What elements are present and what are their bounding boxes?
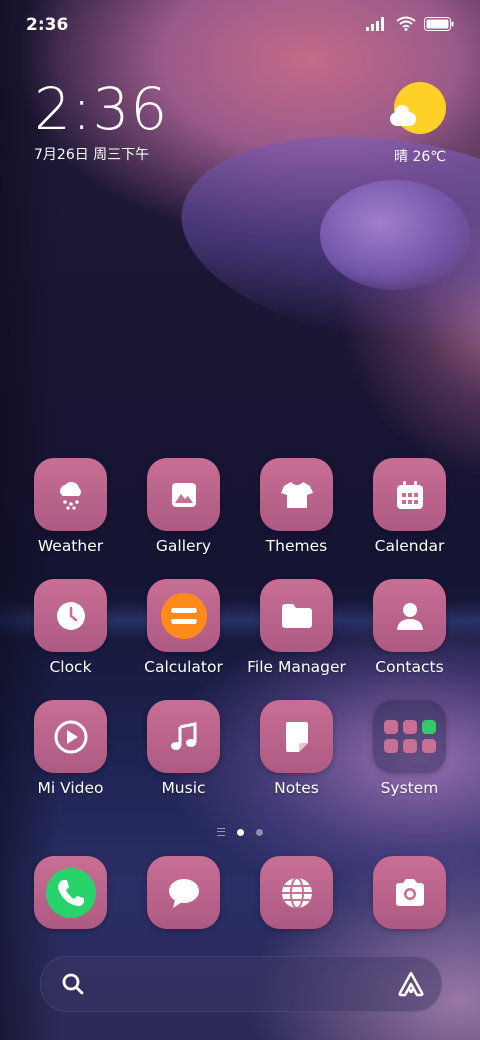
calendar-icon xyxy=(373,458,446,531)
app-file-manager[interactable]: File Manager xyxy=(240,579,353,676)
page-dot xyxy=(256,828,263,836)
camera-icon xyxy=(373,856,446,929)
cloud-icon xyxy=(390,105,416,126)
mini-app-icon xyxy=(421,739,436,753)
dock-camera[interactable] xyxy=(353,856,466,929)
app-label: File Manager xyxy=(247,658,346,676)
dock-messages[interactable] xyxy=(127,856,240,929)
app-contacts[interactable]: Contacts xyxy=(353,579,466,676)
battery-icon xyxy=(424,16,454,35)
app-label: Themes xyxy=(265,537,328,555)
person-icon xyxy=(373,579,446,652)
clock-icon xyxy=(34,579,107,652)
globe-icon xyxy=(260,856,333,929)
app-notes[interactable]: Notes xyxy=(240,700,353,797)
app-mi-video[interactable]: Mi Video xyxy=(14,700,127,797)
app-clock[interactable]: Clock xyxy=(14,579,127,676)
app-label: Mi Video xyxy=(37,779,104,797)
app-themes[interactable]: Themes xyxy=(240,458,353,555)
mini-app-icon xyxy=(383,739,398,753)
folder-icon xyxy=(260,579,333,652)
app-grid: Weather Gallery Themes Calendar Clock Ca… xyxy=(14,458,466,797)
folder-grid-icon xyxy=(373,700,446,773)
app-music[interactable]: Music xyxy=(127,700,240,797)
image-icon xyxy=(147,458,220,531)
status-bar: 2:36 xyxy=(0,0,480,50)
app-label: Calculator xyxy=(144,658,223,676)
assistant-icon[interactable] xyxy=(397,971,425,1001)
calculator-icon xyxy=(147,579,220,652)
signal-icon xyxy=(366,16,388,35)
tshirt-icon xyxy=(260,458,333,531)
music-note-icon xyxy=(147,700,220,773)
mini-app-icon xyxy=(383,720,398,734)
clock-widget[interactable]: 2:36 7月26日 周三下午 xyxy=(34,78,234,164)
app-label: System xyxy=(380,779,439,797)
app-label: Clock xyxy=(49,658,92,676)
widget-time: 2:36 xyxy=(34,75,169,143)
mini-app-icon xyxy=(402,720,417,734)
wifi-icon xyxy=(396,16,416,35)
weather-snow-cloud-icon xyxy=(34,458,107,531)
chat-bubble-icon xyxy=(147,856,220,929)
search-bar[interactable] xyxy=(40,956,442,1012)
app-label: Contacts xyxy=(375,658,444,676)
mini-app-icon xyxy=(402,739,417,753)
app-system-folder[interactable]: System xyxy=(353,700,466,797)
status-icons xyxy=(366,16,454,35)
dock xyxy=(14,856,466,929)
app-label: Music xyxy=(161,779,206,797)
app-calendar[interactable]: Calendar xyxy=(353,458,466,555)
dock-browser[interactable] xyxy=(240,856,353,929)
page-indicator[interactable] xyxy=(0,828,480,836)
app-label: Gallery xyxy=(155,537,212,555)
app-label: Calendar xyxy=(374,537,445,555)
app-drawer-indicator-icon xyxy=(217,828,225,836)
dock-phone[interactable] xyxy=(14,856,127,929)
widget-date: 7月26日 周三下午 xyxy=(34,147,150,163)
weather-widget[interactable]: 晴 26℃ xyxy=(366,82,446,172)
mini-app-icon xyxy=(421,720,436,734)
app-label: Weather xyxy=(37,537,104,555)
app-weather[interactable]: Weather xyxy=(14,458,127,555)
note-icon xyxy=(260,700,333,773)
app-label: Notes xyxy=(274,779,319,797)
play-icon xyxy=(34,700,107,773)
weather-text: 晴 26℃ xyxy=(394,149,446,165)
phone-icon xyxy=(34,856,107,929)
search-icon[interactable] xyxy=(61,972,85,1000)
page-dot-active xyxy=(237,828,244,836)
status-time: 2:36 xyxy=(26,15,69,35)
app-calculator[interactable]: Calculator xyxy=(127,579,240,676)
app-gallery[interactable]: Gallery xyxy=(127,458,240,555)
